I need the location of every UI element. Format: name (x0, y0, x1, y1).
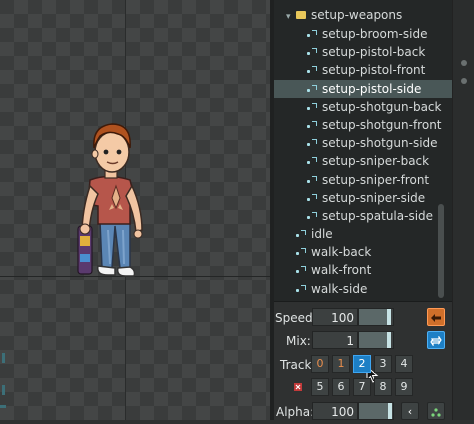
tree-item-label: walk-side (311, 281, 368, 296)
tree-item-animation[interactable]: walk-side (274, 280, 452, 298)
tree-item-animation[interactable]: walk-front (274, 261, 452, 279)
tree-item-label: setup-shotgun-back (322, 99, 442, 114)
right-toolbar (452, 0, 474, 420)
slider-track (391, 309, 393, 325)
animation-icon (307, 120, 317, 130)
viewport-edge-marker (0, 353, 6, 408)
animation-viewport[interactable] (0, 0, 270, 420)
track-button-1[interactable]: 1 (332, 355, 350, 373)
slider-knob[interactable] (387, 332, 391, 348)
tree-item-label: setup-sniper-side (322, 190, 426, 205)
slider-knob[interactable] (388, 403, 392, 419)
tree-item-label: setup-sniper-front (322, 172, 430, 187)
animation-icon (296, 247, 306, 257)
tree-item-label: setup-broom-side (322, 27, 428, 41)
animation-icon (307, 65, 317, 75)
tree-item-animation[interactable]: walk-back (274, 243, 452, 261)
animation-icon (296, 284, 306, 294)
slider-track (391, 332, 393, 348)
mix-input[interactable]: 1 (312, 331, 358, 349)
tree-folder-setup-weapons[interactable]: ▾ setup-weapons (274, 6, 446, 24)
animation-icon (296, 265, 306, 275)
mix-label: Mix: (286, 334, 311, 348)
track-button-3[interactable]: 3 (374, 355, 392, 373)
tree-scrollbar[interactable] (438, 204, 444, 298)
tree-item-label: setup-sniper-back (322, 154, 430, 169)
tree-folder-label: setup-weapons (311, 8, 403, 22)
tree-item-animation[interactable]: setup-pistol-side (274, 79, 452, 98)
tree-item-label: setup-pistol-back (322, 45, 426, 60)
tree-item-animation[interactable]: setup-broom-side (274, 25, 452, 43)
loop-icon[interactable] (427, 331, 445, 349)
delete-track-icon[interactable] (289, 378, 307, 396)
tree-item-label: setup-shotgun-front (322, 118, 442, 132)
add-key-icon[interactable] (427, 402, 445, 420)
animation-icon (307, 175, 317, 185)
tree-item-label: setup-pistol-side (322, 81, 422, 96)
animation-icon (307, 193, 317, 203)
animation-icon (307, 156, 317, 166)
track-button-0[interactable]: 0 (311, 355, 329, 373)
track-button-6[interactable]: 6 (332, 378, 350, 396)
animation-icon (307, 84, 317, 94)
alpha-slider[interactable] (358, 402, 394, 420)
track-button-5[interactable]: 5 (311, 378, 329, 396)
chevron-left-icon[interactable]: ‹ (401, 402, 419, 420)
character-skeleton-preview[interactable] (60, 118, 170, 283)
track-button-9[interactable]: 9 (395, 378, 413, 396)
toolbar-dot-icon[interactable] (461, 78, 467, 84)
animation-icon (307, 29, 317, 39)
slider-knob[interactable] (387, 309, 391, 325)
tree-item-animation[interactable]: setup-sniper-side (274, 189, 452, 207)
tree-item-label: walk-front (311, 263, 372, 278)
track-button-2[interactable]: 2 (353, 355, 371, 373)
back-arrow-icon[interactable] (427, 308, 445, 326)
tree-item-animation[interactable]: setup-pistol-front (274, 61, 452, 79)
tree-item-animation[interactable]: setup-sniper-back (274, 152, 452, 170)
toolbar-dot-icon[interactable] (461, 60, 467, 66)
alpha-label: Alpha: (276, 405, 315, 419)
track-button-8[interactable]: 8 (374, 378, 392, 396)
tree-item-animation[interactable]: setup-spatula-side (274, 207, 452, 225)
tree-item-label: walk-back (311, 245, 372, 260)
expand-caret-icon[interactable]: ▾ (286, 8, 296, 26)
mix-slider[interactable] (358, 331, 394, 349)
animation-icon (296, 229, 306, 239)
animation-icon (307, 47, 317, 57)
animation-tree[interactable]: ▾ setup-weapons setup-broom-side setup-pis… (274, 0, 452, 302)
tree-item-animation[interactable]: setup-shotgun-back (274, 98, 452, 116)
speed-input[interactable]: 100 (312, 308, 358, 326)
speed-label: Speed: (275, 311, 317, 325)
tree-item-label: setup-shotgun-side (322, 136, 438, 151)
speed-slider[interactable] (358, 308, 394, 326)
tree-border (274, 301, 452, 302)
tree-item-label: setup-pistol-front (322, 63, 426, 78)
tree-item-animation[interactable]: setup-pistol-back (274, 43, 452, 61)
animation-icon (307, 138, 317, 148)
animation-icon (307, 102, 317, 112)
tree-item-animation[interactable]: setup-sniper-front (274, 171, 452, 189)
tree-item-label: setup-spatula-side (322, 209, 434, 223)
tree-item-animation[interactable]: setup-shotgun-side (274, 134, 452, 152)
track-button-4[interactable]: 4 (395, 355, 413, 373)
tree-item-label: idle (311, 227, 333, 241)
animation-icon (307, 211, 317, 221)
alpha-input[interactable]: 100 (312, 402, 358, 420)
track-button-7[interactable]: 7 (353, 378, 371, 396)
slider-track (392, 403, 393, 419)
tree-item-animation[interactable]: setup-shotgun-front (274, 116, 452, 134)
tree-item-animation[interactable]: idle (274, 225, 452, 243)
folder-icon (296, 11, 306, 19)
